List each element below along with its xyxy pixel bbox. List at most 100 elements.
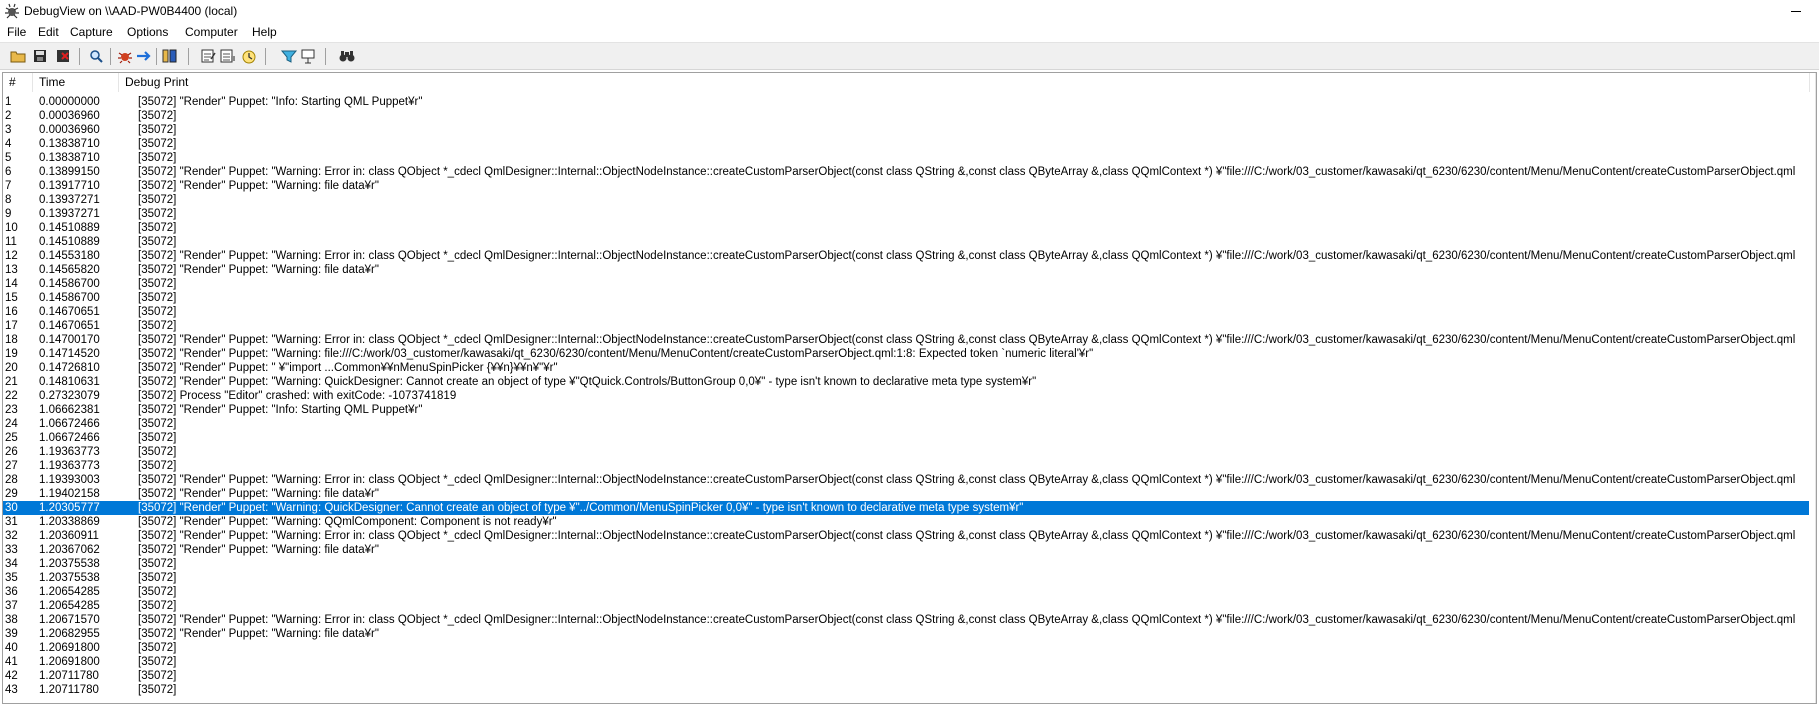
- row-number: 15: [5, 292, 18, 304]
- menu-file[interactable]: File: [5, 22, 28, 42]
- clear-icon[interactable]: [54, 47, 72, 65]
- row-time: 0.14700170: [39, 334, 100, 346]
- menu-capture[interactable]: Capture: [68, 22, 115, 42]
- minimize-button[interactable]: [1773, 0, 1819, 22]
- table-row[interactable]: 15 0.14586700 [35072]: [3, 291, 1816, 305]
- table-row[interactable]: 13 0.14565820 [35072] "Render" Puppet: "Wa…: [3, 263, 1816, 277]
- table-row[interactable]: 25 1.06672466 [35072]: [3, 431, 1816, 445]
- menu-computer[interactable]: Computer: [183, 22, 240, 42]
- table-row[interactable]: 12 0.14553180 [35072] "Render" Puppet: "Wa…: [3, 249, 1816, 263]
- row-debug-print: [35072]: [138, 600, 177, 612]
- row-number: 7: [5, 180, 12, 192]
- open-icon[interactable]: [9, 47, 27, 65]
- table-row[interactable]: 28 1.19393003 [35072] "Render" Puppet: "Wa…: [3, 473, 1816, 487]
- table-row[interactable]: 10 0.14510889 [35072]: [3, 221, 1816, 235]
- table-row[interactable]: 9 0.13937271 [35072]: [3, 207, 1816, 221]
- row-time: 1.20367062: [39, 544, 100, 556]
- table-row[interactable]: 21 0.14810631 [35072] "Render" Puppet: "Wa…: [3, 375, 1816, 389]
- row-number: 22: [5, 390, 18, 402]
- row-debug-print: [35072]: [138, 642, 177, 654]
- table-row[interactable]: 37 1.20654285 [35072]: [3, 599, 1816, 613]
- table-row[interactable]: 38 1.20671570 [35072] "Render" Puppet: "Wa…: [3, 613, 1816, 627]
- table-row[interactable]: 40 1.20691800 [35072]: [3, 641, 1816, 655]
- row-time: 1.06672466: [39, 418, 100, 430]
- table-row[interactable]: 4 0.13838710 [35072]: [3, 137, 1816, 151]
- table-row[interactable]: 29 1.19402158 [35072] "Render" Puppet: "Wa…: [3, 487, 1816, 501]
- find-icon[interactable]: [87, 47, 105, 65]
- table-row[interactable]: 24 1.06672466 [35072]: [3, 417, 1816, 431]
- row-number: 28: [5, 474, 18, 486]
- table-row[interactable]: 39 1.20682955 [35072] "Render" Puppet: "Wa…: [3, 627, 1816, 641]
- table-row[interactable]: 20 0.14726810 [35072] "Render" Puppet: " ¥…: [3, 361, 1816, 375]
- table-row[interactable]: 34 1.20375538 [35072]: [3, 557, 1816, 571]
- row-time: 1.19363773: [39, 460, 100, 472]
- row-number: 19: [5, 348, 18, 360]
- row-debug-print: [35072]: [138, 152, 177, 164]
- row-time: 0.14810631: [39, 376, 100, 388]
- capture-icon[interactable]: [116, 47, 134, 65]
- autoscroll-icon[interactable]: [135, 47, 153, 65]
- table-row[interactable]: 6 0.13899150 [35072] "Render" Puppet: "War…: [3, 165, 1816, 179]
- table-row[interactable]: 11 0.14510889 [35072]: [3, 235, 1816, 249]
- row-number: 38: [5, 614, 18, 626]
- row-debug-print: [35072] "Render" Puppet: "Warning: file:…: [138, 348, 1094, 360]
- table-row[interactable]: 33 1.20367062 [35072] "Render" Puppet: "Wa…: [3, 543, 1816, 557]
- row-debug-print: [35072]: [138, 558, 177, 570]
- menu-edit[interactable]: Edit: [36, 22, 61, 42]
- find-next-icon[interactable]: [338, 47, 356, 65]
- options-icon[interactable]: [219, 47, 237, 65]
- table-row[interactable]: 26 1.19363773 [35072]: [3, 445, 1816, 459]
- table-row[interactable]: 32 1.20360911 [35072] "Render" Puppet: "Wa…: [3, 529, 1816, 543]
- highlight-icon[interactable]: [280, 47, 298, 65]
- row-number: 4: [5, 138, 12, 150]
- column-header-number[interactable]: #: [3, 73, 33, 92]
- table-row[interactable]: 19 0.14714520 [35072] "Render" Puppet: "Wa…: [3, 347, 1816, 361]
- row-time: 1.20711780: [39, 670, 99, 682]
- row-time: 0.14586700: [39, 278, 100, 290]
- row-time: 1.20360911: [39, 530, 99, 542]
- save-icon[interactable]: [31, 47, 49, 65]
- table-row[interactable]: 23 1.06662381 [35072] "Render" Puppet: "In…: [3, 403, 1816, 417]
- table-row[interactable]: 14 0.14586700 [35072]: [3, 277, 1816, 291]
- row-number: 1: [5, 96, 12, 108]
- column-divider[interactable]: [1809, 73, 1810, 92]
- table-row[interactable]: 18 0.14700170 [35072] "Render" Puppet: "Wa…: [3, 333, 1816, 347]
- row-number: 12: [5, 250, 18, 262]
- table-row[interactable]: 42 1.20711780 [35072]: [3, 669, 1816, 683]
- table-row[interactable]: 8 0.13937271 [35072]: [3, 193, 1816, 207]
- history-icon[interactable]: [240, 47, 258, 65]
- table-row[interactable]: 31 1.20338869 [35072] "Render" Puppet: "Wa…: [3, 515, 1816, 529]
- table-row[interactable]: 43 1.20711780 [35072]: [3, 683, 1816, 697]
- row-number: 8: [5, 194, 12, 206]
- row-number: 25: [5, 432, 18, 444]
- table-row[interactable]: 36 1.20654285 [35072]: [3, 585, 1816, 599]
- table-row[interactable]: 7 0.13917710 [35072] "Render" Puppet: "War…: [3, 179, 1816, 193]
- menu-help[interactable]: Help: [250, 22, 279, 42]
- table-row[interactable]: 17 0.14670651 [35072]: [3, 319, 1816, 333]
- row-time: 1.20691800: [39, 656, 100, 668]
- row-debug-print: [35072]: [138, 656, 177, 668]
- row-number: 24: [5, 418, 18, 430]
- table-row[interactable]: 35 1.20375538 [35072]: [3, 571, 1816, 585]
- table-row[interactable]: 27 1.19363773 [35072]: [3, 459, 1816, 473]
- clock-time-icon[interactable]: [200, 47, 218, 65]
- table-row[interactable]: 3 0.00036960 [35072]: [3, 123, 1816, 137]
- row-number: 6: [5, 166, 12, 178]
- row-number: 20: [5, 362, 18, 374]
- menu-options[interactable]: Options: [125, 22, 170, 42]
- table-row[interactable]: 2 0.00036960 [35072]: [3, 109, 1816, 123]
- table-row[interactable]: 16 0.14670651 [35072]: [3, 305, 1816, 319]
- row-number: 23: [5, 404, 18, 416]
- filter-icon[interactable]: [161, 47, 179, 65]
- table-row[interactable]: 1 0.00000000 [35072] "Render" Puppet: "Inf…: [3, 95, 1816, 109]
- debug-output-list[interactable]: # Time Debug Print 1 0.00000000 [35072] "R…: [2, 72, 1817, 704]
- column-header-debug-print[interactable]: Debug Print: [119, 73, 1809, 92]
- table-row[interactable]: 41 1.20691800 [35072]: [3, 655, 1816, 669]
- toolbar-separator: [110, 48, 111, 65]
- table-row[interactable]: 5 0.13838710 [35072]: [3, 151, 1816, 165]
- table-row[interactable]: 22 0.27323079 [35072] Process "Editor" cra…: [3, 389, 1816, 403]
- column-header-time[interactable]: Time: [33, 73, 118, 92]
- row-number: 34: [5, 558, 18, 570]
- log-boot-icon[interactable]: [299, 47, 317, 65]
- table-row[interactable]: 30 1.20305777 [35072] "Render" Puppet: "Wa…: [3, 501, 1809, 515]
